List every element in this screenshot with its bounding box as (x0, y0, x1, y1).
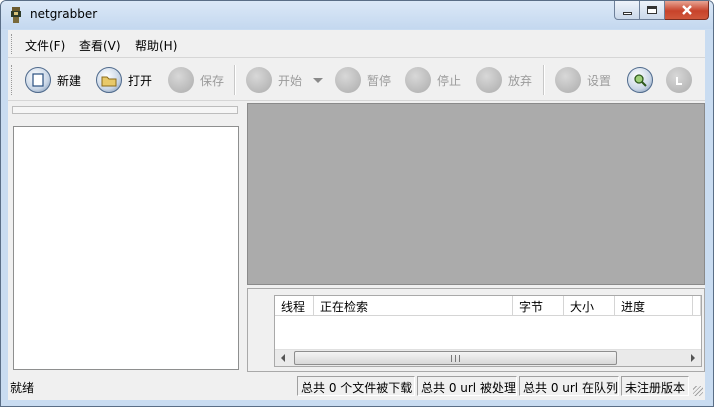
menu-view[interactable]: 查看(V) (79, 37, 121, 54)
status-files-downloaded: 总共 0 个文件被下载 (297, 376, 415, 396)
about-button[interactable] (666, 64, 692, 96)
start-label: 开始 (278, 73, 303, 88)
maximize-button[interactable] (640, 1, 665, 20)
scrollbar-grip-icon (451, 355, 460, 362)
save-label: 保存 (200, 73, 225, 88)
scroll-right-icon[interactable] (691, 354, 695, 362)
site-tree-view[interactable] (13, 126, 239, 370)
start-button[interactable]: 开始 (246, 64, 302, 96)
close-button[interactable] (665, 1, 709, 20)
minimize-button[interactable] (614, 1, 640, 20)
folder-open-icon (96, 67, 122, 93)
app-window: netgrabber 文件(F) 查看(V) 帮助(H) 新建 打开 保存 开始… (0, 0, 714, 407)
left-pane-header (12, 106, 238, 114)
abandon-button[interactable]: 放弃 (476, 64, 532, 96)
toolbar-separator (543, 65, 545, 95)
column-header-filler (693, 296, 701, 316)
title-bar[interactable]: netgrabber (1, 1, 713, 29)
settings-button[interactable]: 设置 (555, 64, 611, 96)
stop-label: 停止 (437, 73, 462, 88)
new-button[interactable]: 新建 (25, 64, 81, 96)
close-icon (681, 5, 692, 15)
column-header-size[interactable]: 大小 (564, 296, 615, 316)
stop-icon (405, 67, 431, 93)
toolbar: 新建 打开 保存 开始 暂停 停止 放弃 设置 (8, 59, 705, 101)
task-list-frame: 线程 正在检索 字节 大小 进度 (247, 288, 705, 372)
window-title: netgrabber (30, 7, 98, 21)
menu-bar: 文件(F) 查看(V) 帮助(H) (8, 30, 705, 58)
new-label: 新建 (57, 73, 82, 88)
start-dropdown-arrow-icon[interactable] (313, 78, 323, 83)
status-ready: 就绪 (10, 381, 35, 395)
scrollbar-thumb[interactable] (294, 351, 617, 365)
minimize-icon (622, 11, 632, 15)
preview-panel[interactable] (247, 103, 705, 285)
app-icon[interactable] (9, 6, 23, 24)
toolbar-grip[interactable] (11, 65, 14, 95)
pane-splitter[interactable] (240, 102, 247, 372)
search-button[interactable] (627, 64, 653, 96)
caption-buttons (614, 1, 709, 21)
client-area: 文件(F) 查看(V) 帮助(H) 新建 打开 保存 开始 暂停 停止 放弃 设… (8, 30, 705, 400)
pause-button[interactable]: 暂停 (335, 64, 391, 96)
status-registration: 未注册版本 (621, 376, 689, 396)
menu-file[interactable]: 文件(F) (25, 37, 65, 54)
menubar-grip[interactable] (11, 34, 14, 54)
pause-label: 暂停 (367, 73, 392, 88)
column-header-progress[interactable]: 进度 (615, 296, 693, 316)
column-header-retrieving[interactable]: 正在检索 (314, 296, 513, 316)
open-button[interactable]: 打开 (96, 64, 152, 96)
search-icon (627, 67, 653, 93)
task-list[interactable]: 线程 正在检索 字节 大小 进度 (274, 295, 702, 367)
new-icon (25, 67, 51, 93)
toolbar-separator (234, 65, 236, 95)
status-urls-processed: 总共 0 url 被处理 (417, 376, 517, 396)
maximize-icon (647, 6, 657, 14)
horizontal-scrollbar[interactable] (275, 349, 701, 366)
resize-grip-icon[interactable] (693, 386, 703, 396)
abandon-label: 放弃 (508, 73, 533, 88)
save-icon (168, 67, 194, 93)
scroll-left-icon[interactable] (281, 354, 285, 362)
column-header-threads[interactable]: 线程 (275, 296, 314, 316)
save-button[interactable]: 保存 (168, 64, 224, 96)
menu-help[interactable]: 帮助(H) (135, 37, 177, 54)
status-bar: 就绪 总共 0 个文件被下载 总共 0 url 被处理 总共 0 url 在队列… (8, 374, 705, 398)
open-label: 打开 (128, 73, 153, 88)
abandon-icon (476, 67, 502, 93)
play-icon (246, 67, 272, 93)
status-urls-queued: 总共 0 url 在队列 (519, 376, 619, 396)
info-icon (666, 67, 692, 93)
pause-icon (335, 67, 361, 93)
stop-button[interactable]: 停止 (405, 64, 461, 96)
column-header-bytes[interactable]: 字节 (513, 296, 564, 316)
settings-label: 设置 (587, 73, 612, 88)
gear-icon (555, 67, 581, 93)
